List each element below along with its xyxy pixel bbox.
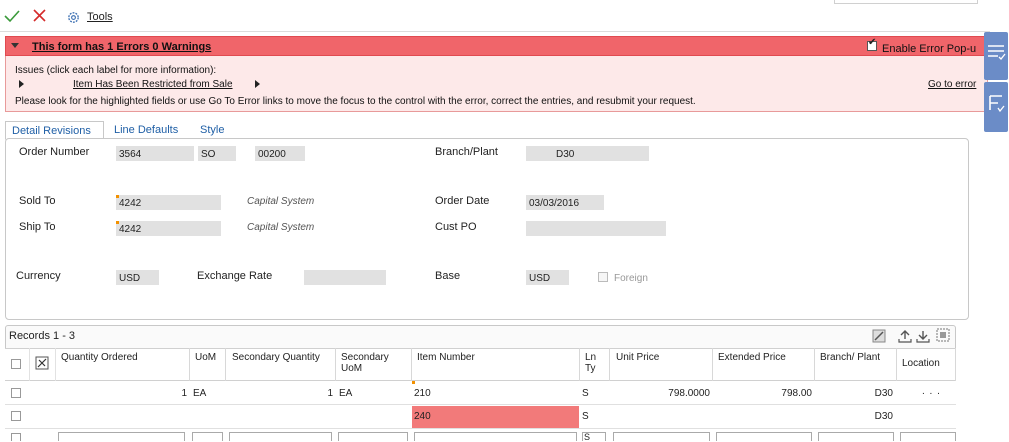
currency-field[interactable]: USD (116, 270, 159, 285)
col-unit-price[interactable]: Unit Price (611, 348, 713, 381)
order-company-field[interactable]: 00200 (255, 146, 305, 161)
expand-triangle-icon[interactable] (19, 80, 24, 88)
col-item-number[interactable]: Item Number (412, 348, 580, 381)
branch-plant-cell[interactable]: D30 (815, 388, 893, 399)
list-icon (988, 45, 1006, 60)
currency-label: Currency (16, 270, 61, 282)
top-field-box (834, 0, 978, 4)
branch-plant-input[interactable] (818, 432, 894, 441)
error-banner-title[interactable]: This form has 1 Errors 0 Warnings (32, 41, 211, 53)
sec-uom-cell[interactable]: EA (339, 388, 352, 399)
issue-link[interactable]: Item Has Been Restricted from Sale (73, 79, 233, 90)
records-count: Records 1 - 3 (9, 330, 76, 342)
location-cell[interactable]: . . . (922, 386, 941, 397)
order-number-field[interactable]: 3564 (116, 146, 194, 161)
side-panel-filter-button[interactable] (984, 82, 1008, 132)
exchange-rate-label: Exchange Rate (197, 270, 273, 282)
cancel-x-icon[interactable] (32, 8, 47, 23)
required-marker (116, 221, 119, 224)
row-checkbox[interactable] (11, 411, 21, 421)
uom-input[interactable] (192, 432, 223, 441)
enable-error-popup-label: Enable Error Pop-u (882, 43, 977, 55)
ln-ty-cell[interactable]: S (582, 388, 589, 399)
toolbar (0, 0, 1009, 34)
gear-icon[interactable] (66, 10, 81, 25)
branch-plant-field[interactable]: D30 (526, 146, 649, 161)
customize-grid-icon[interactable] (872, 329, 886, 343)
extended-price-cell[interactable]: 798.00 (713, 388, 812, 399)
col-location[interactable]: Location (897, 348, 956, 381)
unit-price-cell[interactable]: 798.0000 (611, 388, 710, 399)
unit-price-input[interactable] (613, 432, 710, 441)
sold-to-name: Capital System (247, 196, 315, 207)
branch-plant-cell[interactable]: D30 (815, 411, 893, 422)
required-marker (412, 381, 415, 384)
item-number-input[interactable] (414, 432, 577, 441)
upload-icon[interactable] (898, 329, 912, 343)
base-label: Base (435, 270, 461, 282)
edit-row-icon[interactable] (35, 356, 49, 370)
checkmark-icon: ✔ (868, 37, 877, 48)
col-secondary-quantity[interactable]: Secondary Quantity (227, 348, 336, 381)
row-checkbox[interactable] (11, 388, 21, 398)
cust-po-label: Cust PO (435, 221, 477, 233)
foreign-checkbox[interactable] (598, 272, 608, 282)
exchange-rate-field[interactable] (304, 270, 386, 285)
col-uom[interactable]: UoM (190, 348, 226, 381)
branch-plant-label: Branch/Plant (435, 146, 498, 158)
sec-qty-input[interactable] (229, 432, 332, 441)
select-all-checkbox[interactable] (11, 359, 21, 369)
side-panel-list-button[interactable] (984, 32, 1008, 80)
col-extended-price[interactable]: Extended Price (713, 348, 815, 381)
ln-ty-input[interactable]: S (582, 432, 606, 442)
item-number-error-cell[interactable] (412, 406, 579, 428)
sold-to-field[interactable]: 4242 (116, 195, 221, 210)
col-secondary-uom[interactable]: Secondary UoM (336, 348, 412, 381)
maximize-grid-icon[interactable] (936, 328, 950, 342)
required-marker (116, 195, 119, 198)
item-number-cell[interactable]: 240 (414, 411, 431, 422)
sold-to-label: Sold To (19, 195, 56, 207)
base-field[interactable]: USD (526, 270, 569, 285)
qty-cell[interactable]: 1 (56, 388, 187, 399)
ship-to-name: Capital System (247, 222, 315, 233)
go-to-error-link[interactable]: Go to error (928, 79, 976, 90)
issue-arrow-icon[interactable] (255, 80, 260, 88)
sec-qty-cell[interactable]: 1 (227, 388, 333, 399)
ship-to-field[interactable]: 4242 (116, 221, 221, 236)
ln-ty-cell[interactable]: S (582, 411, 589, 422)
order-type-field[interactable]: SO (198, 146, 236, 161)
filter-icon (989, 95, 1005, 113)
ship-to-label: Ship To (19, 221, 56, 233)
item-number-cell[interactable]: 210 (414, 388, 431, 399)
cust-po-field[interactable] (526, 221, 666, 236)
order-number-label: Order Number (19, 146, 90, 158)
extended-price-input[interactable] (716, 432, 812, 441)
issues-label: Issues (click each label for more inform… (15, 65, 217, 76)
sec-uom-input[interactable] (338, 432, 408, 441)
error-instructions: Please look for the highlighted fields o… (15, 96, 696, 107)
download-icon[interactable] (916, 329, 930, 343)
ok-check-icon[interactable] (4, 8, 20, 24)
row-checkbox[interactable] (11, 433, 21, 441)
tools-menu[interactable]: Tools (87, 11, 113, 23)
col-ln-ty[interactable]: Ln Ty (580, 348, 610, 381)
col-branch-plant[interactable]: Branch/ Plant (815, 348, 897, 381)
uom-cell[interactable]: EA (193, 388, 206, 399)
foreign-label: Foreign (614, 273, 648, 284)
order-date-label: Order Date (435, 195, 490, 207)
toolbar-divider (0, 31, 990, 32)
collapse-triangle-icon[interactable] (11, 43, 19, 48)
col-quantity-ordered[interactable]: Quantity Ordered (56, 348, 190, 381)
order-date-field[interactable]: 03/03/2016 (526, 195, 604, 210)
qty-input[interactable] (58, 432, 185, 441)
location-input[interactable] (900, 432, 956, 441)
